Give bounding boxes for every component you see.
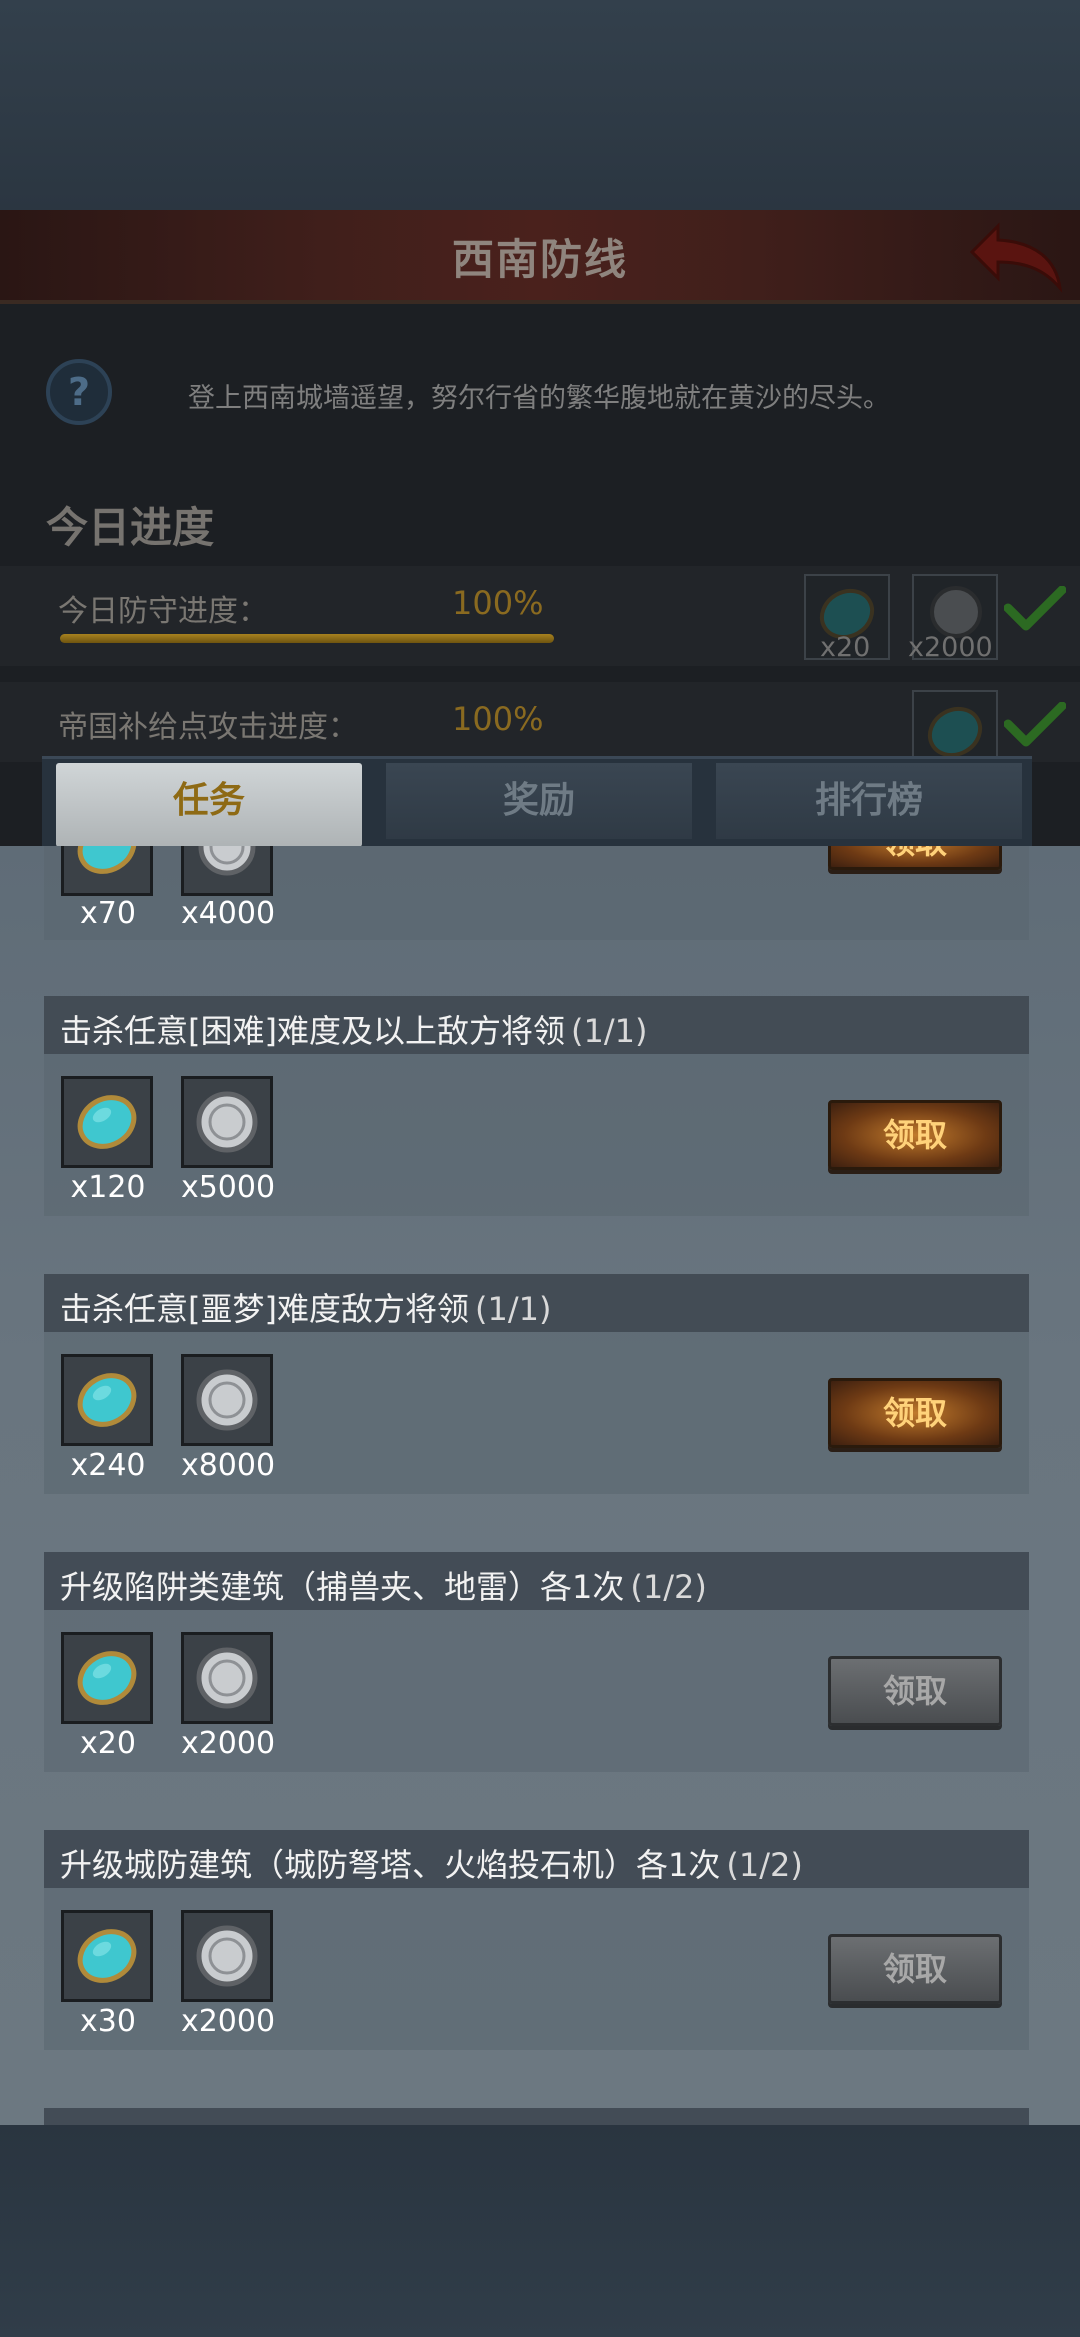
gem-icon — [77, 1929, 137, 1983]
task-reward-coin-qty: x5000 — [180, 1170, 276, 1205]
task-title-text: 升级陷阱类建筑（捕兽夹、地雷）各1次 — [60, 1568, 625, 1606]
coin-icon — [196, 1369, 258, 1431]
top-background — [0, 0, 1080, 210]
task-card: x70 x4000 领取 — [44, 846, 1029, 940]
gem-icon — [77, 1373, 137, 1427]
task-progress: (1/2) — [630, 1568, 707, 1606]
claim-button[interactable]: 领取 — [828, 1100, 1002, 1170]
task-card: 升级陷阱类建筑（捕兽夹、地雷）各1次 (1/2) x20 x2000 领取 — [44, 1552, 1029, 1772]
defense-progress-fill — [60, 634, 554, 643]
task-reward-coin-qty: x4000 — [180, 896, 276, 931]
task-reward-coin-qty: x2000 — [180, 1726, 276, 1761]
task-reward-gem[interactable] — [61, 1632, 153, 1724]
task-reward-gem-qty: x30 — [80, 2004, 136, 2039]
coin-icon — [198, 846, 256, 876]
page-title: 西南防线 — [451, 235, 628, 284]
tab-tasks[interactable]: 任务 — [56, 763, 362, 847]
task-header: 升级陷阱类建筑（捕兽夹、地雷）各1次 (1/2) — [44, 1552, 1029, 1610]
check-icon — [1004, 702, 1066, 747]
coin-icon — [196, 1091, 258, 1153]
task-reward-coin[interactable] — [181, 1910, 273, 2002]
task-header: 击杀任意[噩梦]难度敌方将领 (1/1) — [44, 1274, 1029, 1332]
task-card — [44, 2108, 1029, 2126]
defense-reward-gem-qty: x20 — [820, 632, 871, 663]
task-title: 升级城防建筑（城防弩塔、火焰投石机）各1次 (1/2) — [60, 1840, 803, 1886]
back-arrow-icon[interactable] — [968, 218, 1068, 294]
coin-icon — [196, 1925, 258, 1987]
attack-progress-percent: 100% — [452, 700, 544, 738]
task-header — [44, 2108, 1029, 2126]
task-reward-gem-qty: x240 — [70, 1448, 146, 1483]
attack-reward-gem[interactable] — [912, 690, 998, 760]
task-reward-coin-qty: x2000 — [180, 2004, 276, 2039]
task-reward-gem[interactable] — [61, 846, 153, 896]
task-reward-gem[interactable] — [61, 1910, 153, 2002]
gem-icon — [77, 1651, 137, 1705]
task-title-text: 升级城防建筑（城防弩塔、火焰投石机）各1次 — [60, 1846, 721, 1884]
task-card: 升级城防建筑（城防弩塔、火焰投石机）各1次 (1/2) x30 x2000 领取 — [44, 1830, 1029, 2050]
task-list[interactable]: x70 x4000 领取 击杀任意[困难]难度及以上敌方将领(1/1) x120… — [0, 846, 1080, 2126]
tab-rewards[interactable]: 奖励 — [386, 763, 692, 839]
task-title: 升级陷阱类建筑（捕兽夹、地雷）各1次 (1/2) — [60, 1562, 707, 1608]
stage-description: 登上西南城墙遥望，努尔行省的繁华腹地就在黄沙的尽头。 — [188, 383, 890, 414]
task-reward-coin[interactable] — [181, 1354, 273, 1446]
task-progress: (1/1) — [570, 1012, 648, 1050]
gem-icon — [77, 1095, 137, 1149]
today-progress-title: 今日进度 — [46, 503, 215, 552]
task-title-text: 击杀任意[噩梦]难度敌方将领 — [60, 1290, 469, 1328]
task-reward-gem-qty: x70 — [80, 896, 136, 931]
tab-leaderboard[interactable]: 排行榜 — [716, 763, 1022, 839]
defense-progress-percent: 100% — [452, 584, 544, 622]
defense-progress-label: 今日防守进度： — [58, 594, 268, 629]
gem-icon — [927, 706, 983, 758]
task-title: 击杀任意[困难]难度及以上敌方将领 (1/1) — [60, 1006, 647, 1052]
defense-reward-coin-qty: x2000 — [908, 632, 993, 663]
task-reward-coin[interactable] — [181, 1076, 273, 1168]
task-reward-coin[interactable] — [181, 1632, 273, 1724]
task-progress: (1/2) — [726, 1846, 803, 1884]
claim-button-disabled[interactable]: 领取 — [828, 1656, 1002, 1726]
task-reward-coin-qty: x8000 — [180, 1448, 276, 1483]
defense-progress-bar — [60, 634, 554, 643]
task-progress: (1/1) — [474, 1290, 552, 1328]
claim-button-disabled[interactable]: 领取 — [828, 1934, 1002, 2004]
task-reward-gem[interactable] — [61, 1076, 153, 1168]
task-card: 击杀任意[困难]难度及以上敌方将领 (1/1) x120 x5000 领取 — [44, 996, 1029, 1216]
task-header: 升级城防建筑（城防弩塔、火焰投石机）各1次 (1/2) — [44, 1830, 1029, 1888]
claim-button[interactable]: 领取 — [828, 1378, 1002, 1448]
task-reward-coin[interactable] — [181, 846, 273, 896]
svg-text:?: ? — [68, 370, 90, 414]
task-reward-gem-qty: x120 — [70, 1170, 146, 1205]
coin-icon — [196, 1647, 258, 1709]
task-title-text: 击杀任意[困难]难度及以上敌方将领 — [60, 1012, 565, 1050]
attack-progress-label: 帝国补给点攻击进度： — [58, 710, 358, 745]
bottom-background — [0, 2125, 1080, 2337]
task-header: 击杀任意[困难]难度及以上敌方将领 (1/1) — [44, 996, 1029, 1054]
task-reward-gem-qty: x20 — [80, 1726, 136, 1761]
task-card: 击杀任意[噩梦]难度敌方将领 (1/1) x240 x8000 领取 — [44, 1274, 1029, 1494]
claim-button[interactable]: 领取 — [828, 846, 1002, 870]
help-icon[interactable]: ? — [44, 357, 114, 427]
task-title: 击杀任意[噩梦]难度敌方将领 (1/1) — [60, 1284, 551, 1330]
task-reward-gem[interactable] — [61, 1354, 153, 1446]
gem-icon — [77, 846, 137, 874]
check-icon — [1004, 586, 1066, 631]
